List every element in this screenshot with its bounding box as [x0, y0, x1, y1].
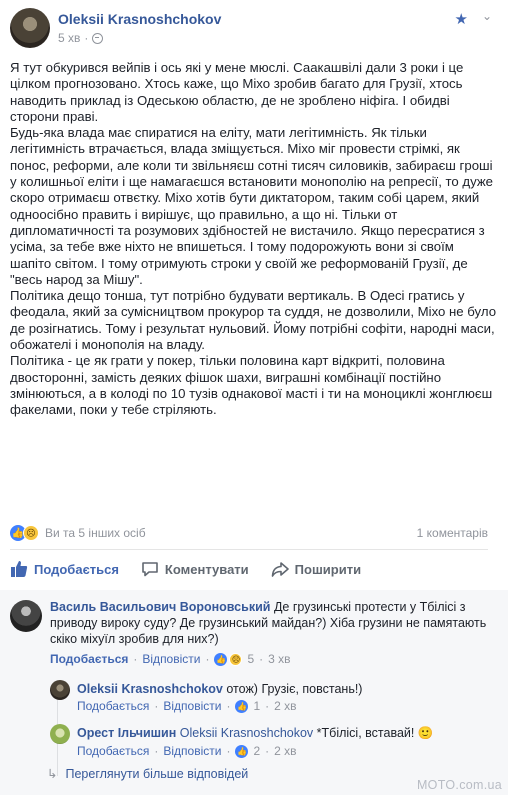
post-paragraph: Будь-яка влада має спиратися на еліту, м… [10, 125, 494, 287]
comment-like-link[interactable]: Подобається [77, 699, 149, 713]
like-label: Подобається [34, 561, 119, 577]
view-more-replies-label: Переглянути більше відповідей [65, 766, 249, 781]
comment-button[interactable]: Коментувати [141, 560, 249, 578]
comment-actions: Подобається · Відповісти · 👍 2 · 2 хв [77, 744, 297, 758]
comment-like-link[interactable]: Подобається [77, 744, 149, 758]
commenter-avatar[interactable] [50, 680, 70, 700]
comment-reply-link[interactable]: Відповісти [163, 744, 221, 758]
comment-actions: Подобається · Відповісти · 👍 ☹ 5 · 3 хв [50, 652, 291, 666]
comments-section: Василь Васильович Вороновський Де грузин… [0, 590, 508, 795]
comment-reply: Oleksii Krasnoshchokov отож) Грузіє, пов… [77, 681, 497, 697]
share-icon [271, 562, 289, 577]
comment-text: *Тбілісі, вставай! [316, 726, 415, 740]
post-time[interactable]: 5 хв [58, 31, 80, 45]
comment-mention[interactable]: Oleksii Krasnoshchokov [180, 726, 313, 740]
commenter-avatar[interactable] [50, 724, 70, 744]
comment-reply-link[interactable]: Відповісти [163, 699, 221, 713]
globe-icon [92, 32, 104, 44]
comment-reactions-count[interactable]: 1 [253, 699, 260, 713]
facebook-post-card: Oleksii Krasnoshchokov 5 хв · ★ ⌄ Я тут … [0, 0, 508, 795]
comments-count[interactable]: 1 коментарів [417, 526, 488, 540]
comment-author[interactable]: Oleksii Krasnoshchokov [77, 682, 223, 696]
watermark: MOTO.com.ua [416, 778, 502, 792]
comment-actions: Подобається · Відповісти · 👍 1 · 2 хв [77, 699, 297, 713]
comment-time[interactable]: 2 хв [274, 699, 296, 713]
post-actions: Подобається Коментувати Поширити [10, 553, 488, 585]
thumbs-up-icon [11, 561, 28, 577]
sad-reaction-icon: ☹ [229, 652, 243, 666]
author-avatar[interactable] [10, 8, 50, 48]
comment-author[interactable]: Василь Васильович Вороновський [50, 600, 270, 614]
comment: Василь Васильович Вороновський Де грузин… [50, 599, 498, 647]
share-button[interactable]: Поширити [271, 560, 361, 578]
like-reaction-icon: 👍 [214, 652, 228, 666]
comment-reply-link[interactable]: Відповісти [142, 652, 200, 666]
star-icon[interactable]: ★ [455, 10, 468, 28]
comment-time[interactable]: 3 хв [268, 652, 290, 666]
comment-label: Коментувати [164, 561, 249, 577]
post-meta: 5 хв · [58, 31, 104, 45]
comment-reply: Орест Ільчишин Oleksii Krasnoshchokov *Т… [77, 725, 497, 741]
post-paragraph: Політика дещо тонша, тут потрібно будува… [10, 288, 497, 353]
post-author-name[interactable]: Oleksii Krasnoshchokov [58, 11, 221, 27]
reactions-summary[interactable]: Ви та 5 інших осіб [45, 526, 146, 540]
post-paragraph: Я тут обкурився вейпів і ось які у мене … [10, 60, 464, 124]
post-header: Oleksii Krasnoshchokov 5 хв · ★ ⌄ [10, 8, 498, 50]
like-reaction-icon: 👍 [235, 699, 249, 713]
smile-emoji-icon: 🙂 [417, 726, 434, 740]
chevron-down-icon[interactable]: ⌄ [482, 9, 492, 23]
comment-text: отож) Грузіє, повстань!) [226, 682, 363, 696]
like-button[interactable]: Подобається [10, 560, 119, 578]
comment-time[interactable]: 2 хв [274, 744, 296, 758]
comment-like-link[interactable]: Подобається [50, 652, 128, 666]
reply-arrow-icon: ↳ [47, 767, 58, 781]
post-body: Я тут обкурився вейпів і ось які у мене … [10, 60, 498, 419]
commenter-avatar[interactable] [10, 600, 42, 632]
divider [10, 549, 488, 550]
comment-icon [142, 562, 158, 577]
sad-reaction-icon[interactable]: ☹ [23, 525, 39, 541]
comment-reactions-count[interactable]: 5 [247, 652, 254, 666]
reactions-bar: 👍 ☹ Ви та 5 інших осіб 1 коментарів [10, 520, 488, 546]
comment-author[interactable]: Орест Ільчишин [77, 726, 176, 740]
post-paragraph: Політика - це як грати у покер, тільки п… [10, 353, 493, 418]
like-reaction-icon: 👍 [235, 744, 249, 758]
view-more-replies[interactable]: ↳ Переглянути більше відповідей [47, 766, 249, 782]
comment-reactions-count[interactable]: 2 [253, 744, 260, 758]
share-label: Поширити [294, 561, 362, 577]
